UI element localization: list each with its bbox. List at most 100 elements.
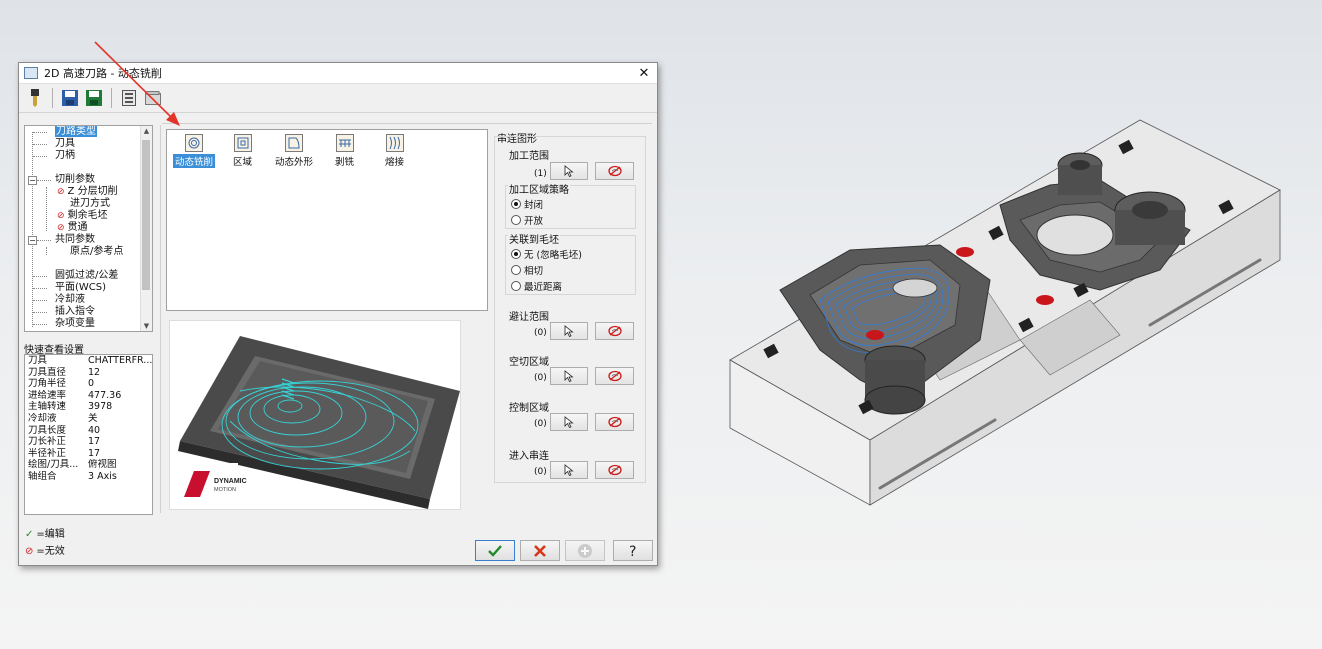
avoid-label: 避让范围 [509, 312, 549, 323]
tree-connector [46, 247, 47, 255]
scroll-thumb[interactable] [142, 140, 150, 290]
select-entry-chain-button[interactable] [550, 461, 588, 479]
type-area[interactable]: 区域 [233, 134, 252, 168]
tree-item-planes[interactable]: 平面(WCS) [55, 282, 106, 294]
clear-entry-chain-button[interactable] [595, 461, 634, 479]
tree-item-coolant[interactable]: 冷却液 [55, 294, 85, 306]
entry-chain-count: (0) [534, 467, 547, 477]
tree-item-canned-text[interactable]: 插入指令 [55, 306, 95, 318]
close-button[interactable]: ✕ [631, 66, 657, 81]
quick-view-key: 刀具直径 [28, 366, 67, 378]
quick-view-row: 主轴转速 3978 [25, 401, 152, 413]
tree-item-cut-params[interactable]: 切削参数 [55, 174, 95, 186]
quick-view-key: 刀具 [28, 355, 48, 366]
tree-item-break-through[interactable]: ⊘ 贯通 [57, 222, 88, 234]
cursor-arrow-icon [564, 416, 574, 428]
remove-chain-icon [607, 370, 622, 382]
stock-closest-radio[interactable]: 最近距离 [511, 279, 562, 293]
clear-control-region-button[interactable] [595, 413, 634, 431]
machining-range-count: (1) [534, 169, 547, 179]
tree-item-misc-values[interactable]: 杂项变量 [55, 318, 95, 330]
radio-dot [511, 265, 521, 275]
legend-invalid-label: =无效 [36, 546, 65, 557]
strategy-label: 加工区域策略 [508, 181, 570, 196]
plus-icon [578, 543, 592, 558]
svg-text:?: ? [629, 544, 636, 559]
radio-dot [511, 199, 521, 209]
parameter-tree[interactable]: 刀路类型 刀具 刀柄 − 切削参数 ⊘ Z 分层切削 进刀方式 ⊘ 剩余毛坯 ⊘ 贯通… [24, 125, 153, 332]
type-dynamic-contour[interactable]: 动态外形 [275, 134, 313, 168]
select-control-region-button[interactable] [550, 413, 588, 431]
tree-connector [46, 187, 47, 231]
quick-view-key: 刀长补正 [28, 436, 67, 448]
tree-connector [33, 144, 47, 145]
quick-view-value: 477.36 [88, 389, 122, 401]
quick-view-value: 12 [88, 366, 101, 378]
type-blend[interactable]: 熔接 [385, 134, 404, 168]
tree-connector [37, 180, 51, 181]
clear-air-region-button[interactable] [595, 367, 634, 385]
tree-connector [33, 300, 47, 301]
tree-item-home-ref[interactable]: 原点/参考点 [70, 246, 123, 258]
tree-item-linking-params[interactable]: 共同参数 [55, 234, 95, 246]
select-machining-range-button[interactable] [550, 162, 588, 180]
avoid-count: (0) [534, 328, 547, 338]
quick-view-row: 半径补正 17 [25, 448, 152, 460]
clear-machining-range-button[interactable] [595, 162, 634, 180]
help-button[interactable]: ? [613, 540, 653, 561]
dynamic-contour-icon [285, 134, 303, 152]
cursor-arrow-icon [564, 325, 574, 337]
tree-connector [33, 288, 47, 289]
quick-view-key: 刀具长度 [28, 424, 67, 436]
tree-item-rest-stock[interactable]: ⊘ 剩余毛坯 [57, 210, 108, 222]
ok-button[interactable] [475, 540, 515, 561]
select-avoid-button[interactable] [550, 322, 588, 340]
strategy-open-radio[interactable]: 开放 [511, 213, 543, 227]
peel-mill-icon [335, 134, 354, 152]
tree-item-arc-filter[interactable]: 圆弧过滤/公差 [55, 270, 118, 282]
tree-item-depth-cuts[interactable]: ⊘ Z 分层切削 [57, 186, 118, 198]
quick-view-key: 刀角半径 [28, 378, 67, 390]
quick-view-value: 17 [88, 447, 101, 459]
help-icon: ? [629, 544, 636, 559]
legend-invalid: ⊘ =无效 [25, 542, 65, 557]
quick-view-row: 刀长补正 17 [25, 436, 152, 448]
quick-view-key: 轴组合 [28, 470, 57, 482]
apply-button[interactable] [565, 540, 605, 561]
quick-view-row: 绘图/刀具... 俯视图 [25, 459, 152, 471]
tree-item-entry-motion[interactable]: 进刀方式 [70, 198, 110, 210]
cancel-button[interactable] [520, 540, 560, 561]
quick-view-value: 17 [88, 436, 101, 448]
collapse-toggle[interactable]: − [28, 176, 37, 185]
radio-dot [511, 215, 521, 225]
select-air-region-button[interactable] [550, 367, 588, 385]
toolpath-type-list[interactable]: 动态铣削 区域 动态外形 剥铣 熔接 [166, 129, 488, 311]
quick-view-row: 进给速率 477.36 [25, 390, 152, 402]
stock-tangent-radio[interactable]: 相切 [511, 263, 543, 277]
type-peel-mill[interactable]: 剥铣 [335, 134, 354, 168]
type-label: 动态铣削 [173, 154, 216, 168]
tree-item-holder[interactable]: 刀柄 [55, 150, 75, 162]
legend-edit: ✓ =编辑 [25, 525, 65, 540]
tree-connector [37, 240, 51, 241]
quick-view-row: 轴组合 3 Axis [25, 471, 152, 483]
entry-chain-label: 进入串连 [509, 451, 549, 462]
clear-avoid-button[interactable] [595, 322, 634, 340]
checkmark-icon: ✓ [25, 529, 34, 540]
strategy-closed-radio[interactable]: 封闭 [511, 197, 543, 211]
quick-view-value: 俯视图 [88, 459, 117, 471]
checkmark-icon [488, 544, 502, 557]
quick-view-value: 3978 [88, 401, 113, 413]
tree-item-label: 贯通 [67, 222, 88, 233]
air-region-count: (0) [534, 373, 547, 383]
scroll-down-icon[interactable]: ▼ [141, 322, 152, 330]
tree-scrollbar[interactable]: ▲ ▼ [140, 126, 152, 331]
divider [162, 123, 652, 124]
collapse-toggle[interactable]: − [28, 236, 37, 245]
quick-view-value: 40 [88, 424, 101, 436]
type-label: 剥铣 [335, 157, 355, 168]
brand-line1: DYNAMIC [214, 478, 247, 485]
area-icon [233, 134, 252, 152]
invalid-icon: ⊘ [57, 223, 65, 233]
stock-none-radio[interactable]: 无 (忽略毛坯) [511, 247, 582, 261]
